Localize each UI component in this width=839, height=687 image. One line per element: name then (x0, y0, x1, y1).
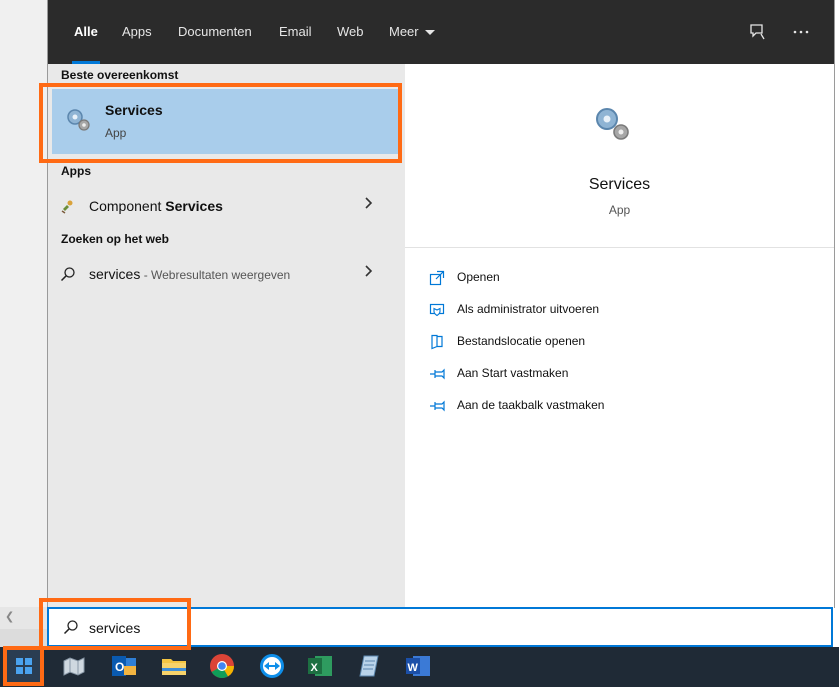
preview-actions: Openen Als administrator uitvoeren Besta… (405, 247, 834, 608)
tab-web[interactable]: Web (337, 0, 364, 64)
notepad-icon[interactable] (356, 652, 384, 680)
word-icon[interactable]: W (404, 652, 432, 680)
action-run-as-admin[interactable]: Als administrator uitvoeren (429, 298, 729, 322)
svg-text:X: X (311, 662, 319, 674)
feedback-icon[interactable] (748, 22, 768, 42)
list-item-component-services[interactable]: Component Services (48, 190, 405, 222)
best-match-item[interactable]: Services App (52, 89, 402, 154)
action-pin-to-start[interactable]: Aan Start vastmaken (429, 362, 729, 386)
open-icon (429, 270, 445, 286)
chevron-down-icon (424, 30, 435, 36)
tab-documenten[interactable]: Documenten (178, 0, 252, 64)
search-input[interactable] (89, 617, 689, 639)
teamviewer-icon[interactable] (258, 652, 286, 680)
search-panel: Alle Apps Documenten Email Web Meer Best… (47, 0, 835, 608)
action-open-label: Openen (457, 270, 500, 284)
map-app-icon[interactable] (60, 652, 88, 680)
web-search-term: services (89, 266, 141, 282)
services-gear-icon (67, 109, 90, 131)
chevron-right-icon[interactable] (364, 264, 374, 278)
tab-alle[interactable]: Alle (72, 0, 100, 64)
pin-icon (430, 400, 445, 412)
action-open-file-location-label: Bestandslocatie openen (457, 334, 586, 348)
windows-start-icon[interactable] (6, 648, 42, 684)
desktop-scrollbar[interactable]: ❮ (0, 607, 47, 629)
preview-title: Services (588, 176, 651, 193)
best-match-name: Services (105, 102, 163, 118)
list-item-web-search[interactable]: services - Webresultaten weergeven (48, 258, 405, 290)
desktop-background (0, 0, 47, 647)
services-gear-icon (596, 108, 629, 140)
best-match-type: App (105, 126, 127, 140)
search-icon (60, 267, 75, 282)
web-search-header: Zoeken op het web (61, 232, 170, 246)
component-services-bold: Services (165, 198, 223, 214)
svg-text:W: W (408, 662, 419, 674)
tab-email[interactable]: Email (279, 0, 312, 64)
chevron-right-icon[interactable] (364, 196, 374, 210)
action-open-file-location[interactable]: Bestandslocatie openen (429, 330, 729, 354)
search-tabbar: Alle Apps Documenten Email Web Meer (48, 0, 834, 64)
shield-icon (429, 303, 445, 317)
more-icon[interactable] (791, 22, 811, 42)
action-pin-to-taskbar-label: Aan de taakbalk vastmaken (457, 398, 605, 412)
component-services-label: Component Services (89, 198, 223, 214)
search-icon (63, 620, 78, 635)
action-pin-to-taskbar[interactable]: Aan de taakbalk vastmaken (429, 394, 729, 418)
tab-apps[interactable]: Apps (122, 0, 152, 64)
action-open[interactable]: Openen (429, 266, 729, 290)
results-list: Beste overeenkomst Services App Apps Com… (48, 64, 405, 607)
preview-header: Services App (405, 64, 834, 247)
preview-subtitle: App (608, 203, 631, 217)
web-search-hint: - Webresultaten weergeven (140, 268, 291, 282)
pin-icon (430, 368, 445, 380)
svg-text:O: O (115, 660, 124, 674)
apps-header: Apps (61, 164, 91, 178)
search-box[interactable] (47, 607, 833, 647)
web-search-label: services - Webresultaten weergeven (89, 266, 290, 282)
component-services-icon (61, 200, 73, 214)
excel-icon[interactable]: X (306, 652, 334, 680)
action-pin-to-start-label: Aan Start vastmaken (457, 366, 569, 380)
file-explorer-icon[interactable] (160, 652, 188, 680)
desktop-background-bottom (0, 629, 47, 647)
file-location-icon (431, 334, 443, 350)
action-run-as-admin-label: Als administrator uitvoeren (457, 302, 600, 316)
tab-meer-label: Meer (389, 24, 419, 39)
best-match-header: Beste overeenkomst (61, 68, 179, 82)
outlook-icon[interactable]: O (110, 652, 138, 680)
scroll-left-icon[interactable]: ❮ (5, 610, 14, 623)
component-services-prefix: Component (89, 198, 166, 214)
preview-pane: Services App Openen Als administrator ui… (405, 64, 834, 608)
tab-meer[interactable]: Meer (389, 0, 435, 64)
chrome-icon[interactable] (208, 652, 236, 680)
